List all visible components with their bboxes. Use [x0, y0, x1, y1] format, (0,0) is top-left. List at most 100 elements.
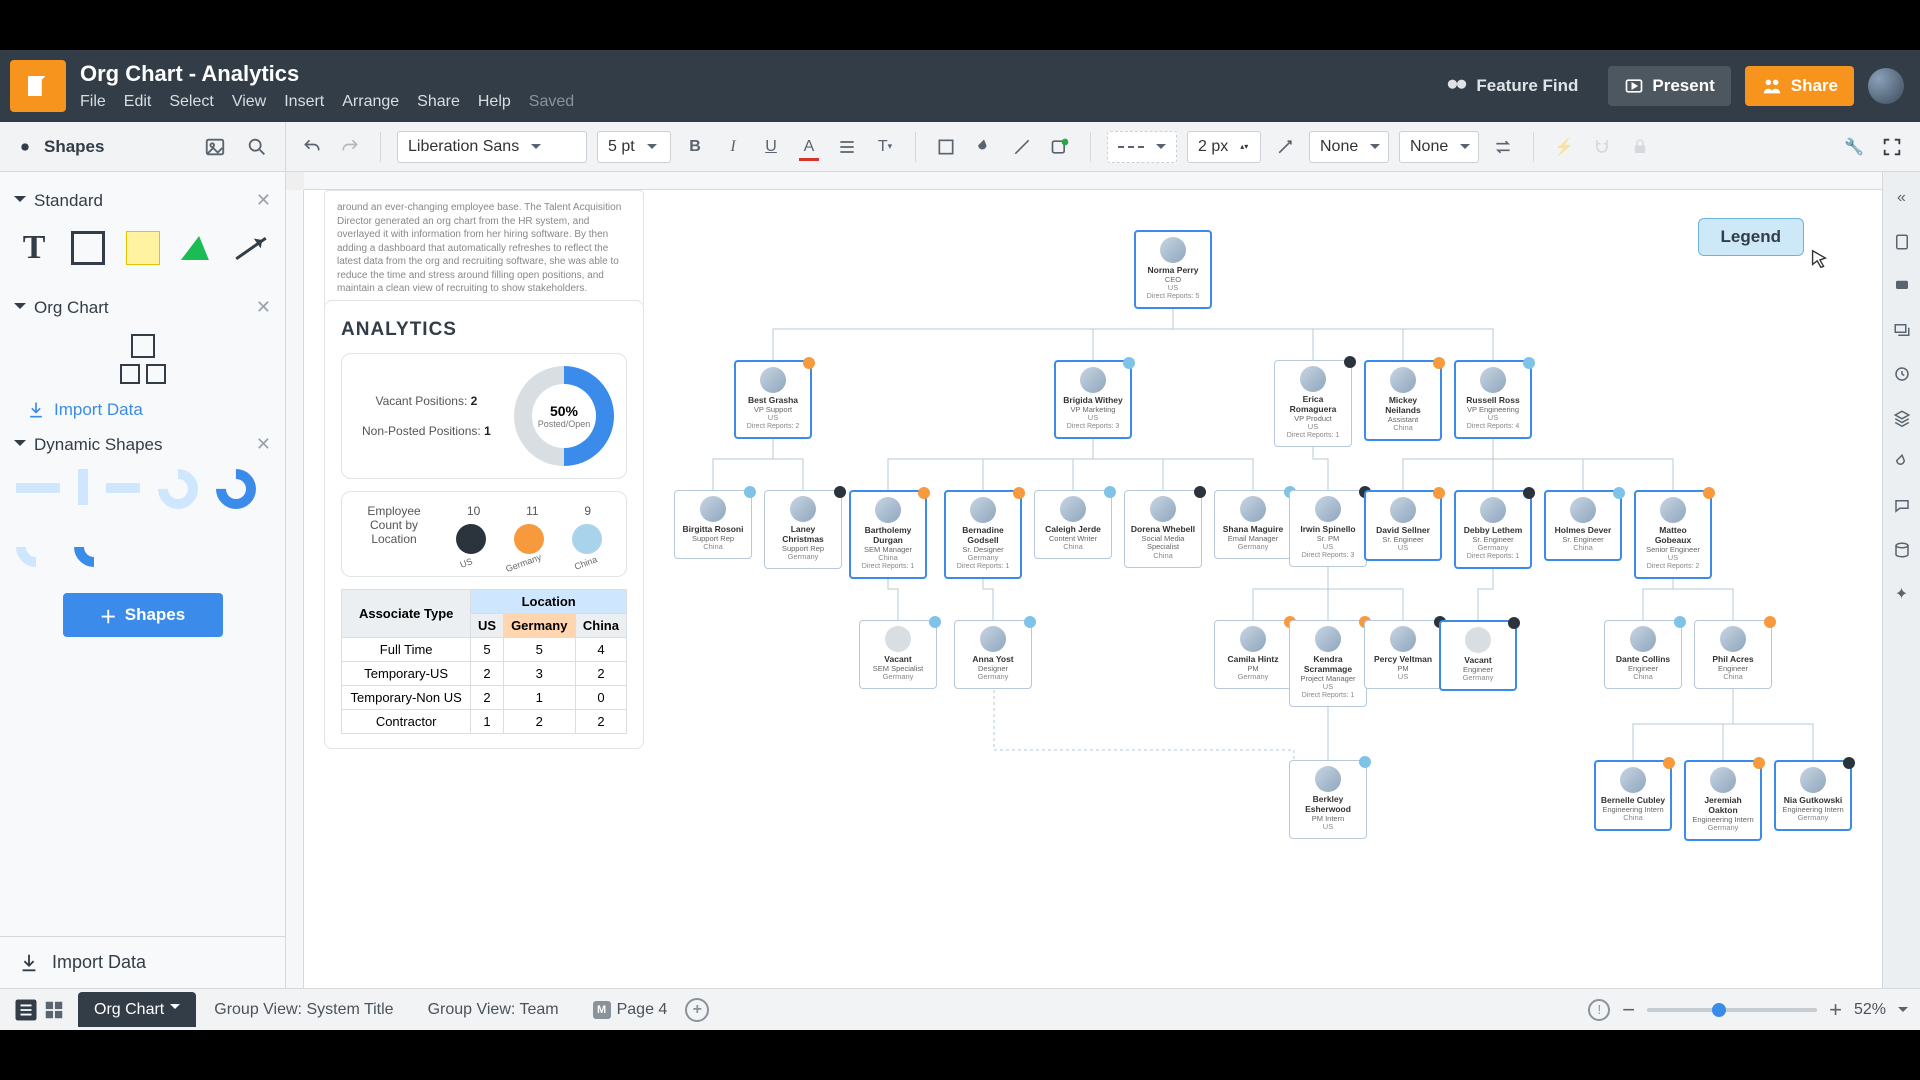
sidebar-import-data[interactable]: Import Data [0, 936, 285, 988]
tab-orgchart[interactable]: Org Chart [78, 992, 196, 1027]
bold-icon[interactable]: B [681, 133, 709, 161]
comment-mode-icon[interactable] [1890, 274, 1914, 298]
tab-page4[interactable]: MPage 4 [577, 993, 684, 1027]
add-shapes-button[interactable]: ＋ Shapes [63, 593, 223, 637]
org-node[interactable]: Debby LethemSr. EngineerGermanyDirect Re… [1454, 490, 1532, 569]
org-node[interactable]: VacantEngineerGermany [1439, 620, 1517, 691]
present-button[interactable]: Present [1608, 66, 1730, 106]
org-node[interactable]: Bernadine GodsellSr. DesignerGermanyDire… [944, 490, 1022, 579]
app-logo[interactable] [10, 60, 66, 112]
analytics-panel[interactable]: ANALYTICS Vacant Positions: 2 Non-Posted… [324, 300, 644, 749]
text-size-icon[interactable]: T▾ [871, 133, 899, 161]
import-data-link[interactable]: Import Data [26, 400, 275, 420]
text-shape[interactable]: T [16, 225, 52, 271]
dyn-bar-v[interactable] [78, 469, 88, 505]
close-icon[interactable]: ✕ [256, 297, 271, 318]
org-node[interactable]: Shana MaguireEmail ManagerGermany [1214, 490, 1292, 559]
page-icon[interactable] [1890, 230, 1914, 254]
page[interactable]: around an ever-changing employee base. T… [304, 190, 1882, 988]
orgchart-shape[interactable] [120, 334, 166, 384]
search-icon[interactable] [243, 133, 271, 161]
add-page-button[interactable]: + [685, 998, 709, 1022]
wrench-icon[interactable]: 🔧 [1840, 133, 1868, 161]
menu-view[interactable]: View [232, 93, 266, 111]
org-node[interactable]: David SellnerSr. EngineerUS [1364, 490, 1442, 561]
font-select[interactable]: Liberation Sans [397, 131, 587, 163]
align-icon[interactable] [833, 133, 861, 161]
zoom-out-button[interactable]: − [1622, 997, 1635, 1023]
rect-shape[interactable] [70, 225, 106, 271]
note-card[interactable]: around an ever-changing employee base. T… [324, 190, 644, 307]
dyn-arc-light[interactable] [150, 461, 207, 518]
dyn-bar-h[interactable] [16, 483, 60, 493]
connector-icon[interactable] [1271, 133, 1299, 161]
org-node[interactable]: Camila HintzPMGermany [1214, 620, 1292, 689]
menu-file[interactable]: File [80, 93, 106, 111]
tab-group-team[interactable]: Group View: Team [412, 993, 575, 1027]
menu-select[interactable]: Select [169, 93, 213, 111]
collapse-icon[interactable]: « [1890, 186, 1914, 210]
org-node[interactable]: Matteo GobeauxSenior EngineerUSDirect Re… [1634, 490, 1712, 579]
chat-icon[interactable] [1890, 494, 1914, 518]
feature-find-button[interactable]: Feature Find [1430, 66, 1594, 106]
hotspot-shape[interactable] [179, 225, 215, 271]
undo-icon[interactable] [298, 133, 326, 161]
swap-arrows-icon[interactable] [1489, 133, 1517, 161]
dyn-arc-quarter-dark[interactable] [66, 519, 123, 576]
org-node[interactable]: Russell RossVP EngineeringUSDirect Repor… [1454, 360, 1532, 439]
alert-icon[interactable]: ! [1588, 999, 1610, 1021]
org-node[interactable]: Percy VeltmanPMUS [1364, 620, 1442, 689]
arrow-end-select[interactable]: None [1399, 131, 1479, 163]
shapes-panel-toggle[interactable]: Shapes [14, 136, 104, 158]
menu-edit[interactable]: Edit [124, 93, 152, 111]
history-icon[interactable] [1890, 362, 1914, 386]
smart-icon[interactable] [1046, 133, 1074, 161]
org-node[interactable]: Holmes DeverSr. EngineerChina [1544, 490, 1622, 561]
user-avatar[interactable] [1868, 68, 1904, 104]
org-node[interactable]: Dorena WhebellSocial Media SpecialistChi… [1124, 490, 1202, 568]
text-color-icon[interactable]: A [795, 133, 823, 161]
zoom-in-button[interactable]: + [1829, 997, 1842, 1023]
menu-share[interactable]: Share [417, 93, 460, 111]
zoom-value[interactable]: 52% [1854, 1001, 1886, 1019]
italic-icon[interactable]: I [719, 133, 747, 161]
line-style-select[interactable] [1107, 131, 1177, 163]
dyn-arc-dark[interactable] [208, 461, 265, 518]
themes-icon[interactable] [1890, 450, 1914, 474]
org-node[interactable]: Birgitta RosoniSupport RepChina [674, 490, 752, 559]
org-node[interactable]: Irwin SpinelloSr. PMUSDirect Reports: 3 [1289, 490, 1367, 567]
org-node[interactable]: Phil AcresEngineerChina [1694, 620, 1772, 689]
org-node[interactable]: Kendra ScrammageProject ManagerUSDirect … [1289, 620, 1367, 707]
underline-icon[interactable]: U [757, 133, 785, 161]
org-node[interactable]: Dante CollinsEngineerChina [1604, 620, 1682, 689]
share-button[interactable]: Share [1745, 66, 1854, 106]
org-node[interactable]: Caleigh JerdeContent WriterChina [1034, 490, 1112, 559]
image-icon[interactable] [201, 133, 229, 161]
close-icon[interactable]: ✕ [256, 434, 271, 455]
slides-icon[interactable] [1890, 318, 1914, 342]
org-node[interactable]: Jeremiah OaktonEngineering InternGermany [1684, 760, 1762, 841]
magnet-icon[interactable] [1588, 133, 1616, 161]
lock-icon[interactable] [1626, 133, 1654, 161]
org-node[interactable]: Norma PerryCEOUSDirect Reports: 5 [1134, 230, 1212, 309]
dyn-bar-s[interactable] [106, 483, 140, 493]
line-color-icon[interactable] [1008, 133, 1036, 161]
list-view-icon[interactable] [12, 996, 40, 1024]
stroke-width-select[interactable]: 2 px▴▾ [1187, 131, 1261, 163]
fullscreen-icon[interactable] [1878, 133, 1906, 161]
action-icon[interactable]: ⚡ [1550, 133, 1578, 161]
note-shape[interactable] [124, 225, 160, 271]
org-node[interactable]: Berkley EsherwoodPM InternUS [1289, 760, 1367, 839]
close-icon[interactable]: ✕ [256, 190, 271, 211]
org-node[interactable]: Bartholemy DurganSEM ManagerChinaDirect … [849, 490, 927, 579]
org-node[interactable]: Brigida WitheyVP MarketingUSDirect Repor… [1054, 360, 1132, 439]
font-size-select[interactable]: 5 pt [597, 131, 671, 163]
menu-arrange[interactable]: Arrange [342, 93, 399, 111]
shape-select-icon[interactable] [932, 133, 960, 161]
grid-view-icon[interactable] [40, 996, 68, 1024]
fill-icon[interactable] [970, 133, 998, 161]
menu-help[interactable]: Help [478, 93, 511, 111]
legend-button[interactable]: Legend [1698, 218, 1804, 256]
org-node[interactable]: Erica RomagueraVP ProductUSDirect Report… [1274, 360, 1352, 447]
zoom-slider[interactable] [1647, 1008, 1817, 1012]
